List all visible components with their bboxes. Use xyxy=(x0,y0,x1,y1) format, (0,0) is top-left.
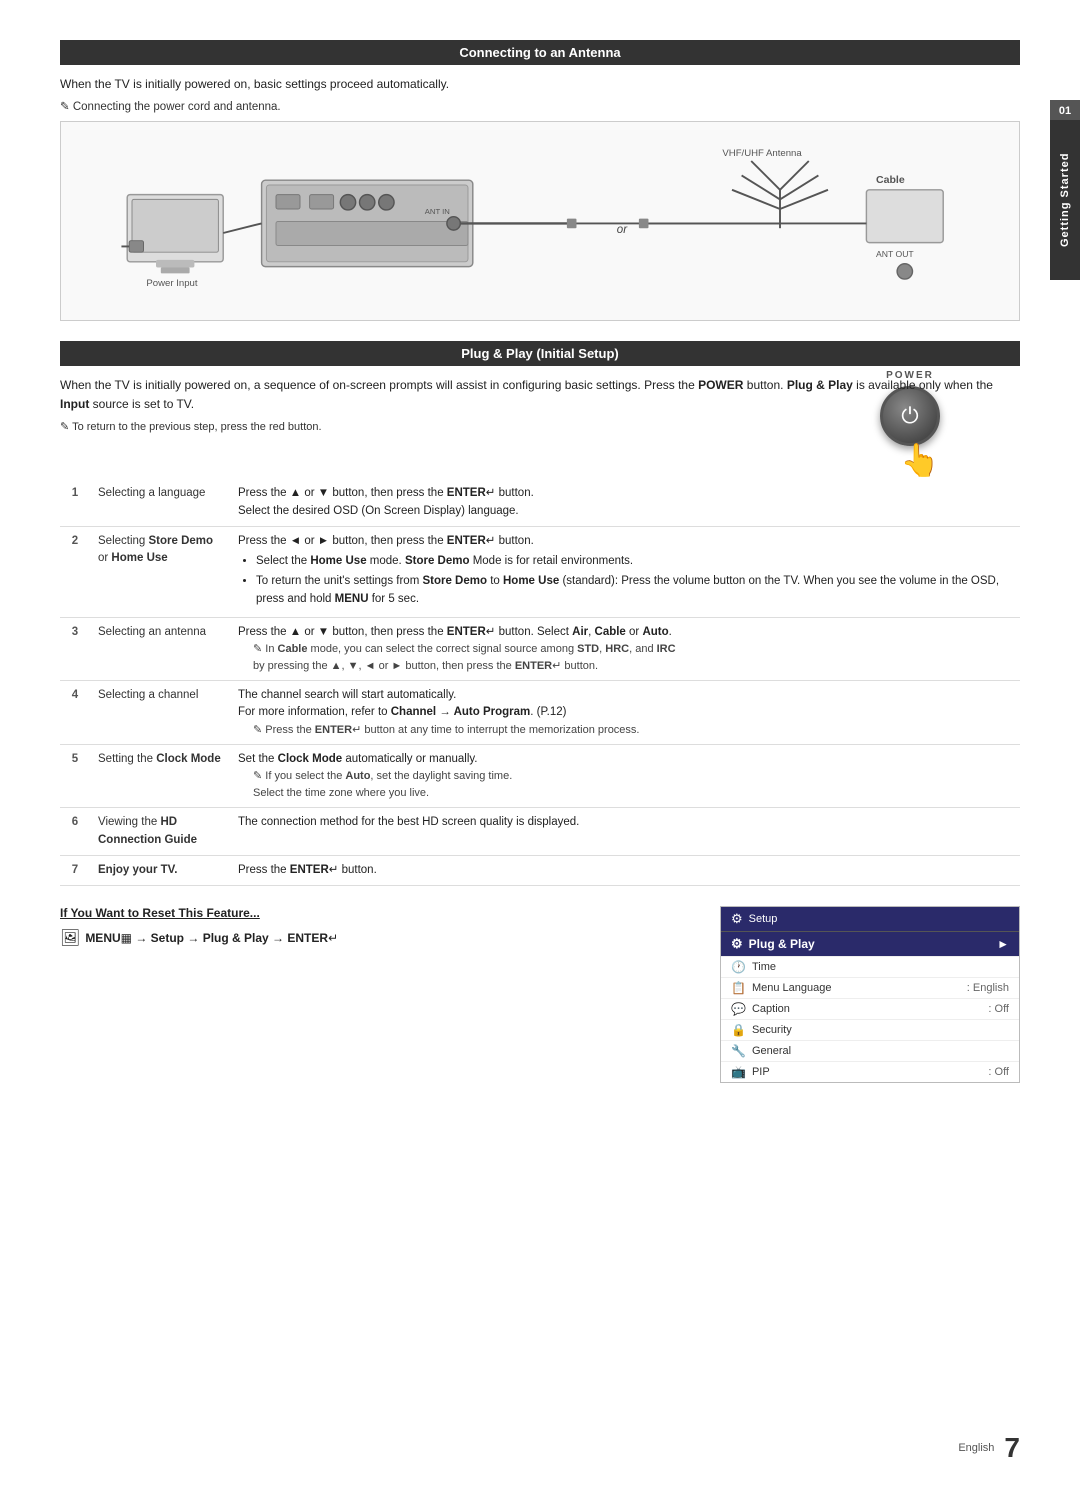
step-1-desc: Press the ▲ or ▼ button, then press the … xyxy=(230,479,1020,526)
step-2-desc: Press the ◄ or ► button, then press the … xyxy=(230,526,1020,617)
step-7-desc: Press the ENTER↵ button. xyxy=(230,855,1020,885)
osd-menu-lang-value: : English xyxy=(967,982,1009,994)
step-2-row: 2 Selecting Store Demoor Home Use Press … xyxy=(60,526,1020,617)
step-3-num: 3 xyxy=(60,617,90,680)
svg-text:ANT OUT: ANT OUT xyxy=(876,249,914,259)
reset-command: 🖼 MENU▦ → Setup → Plug & Play → ENTER↵ xyxy=(60,928,690,948)
reset-section: If You Want to Reset This Feature... 🖼 M… xyxy=(60,906,1020,1083)
step-7-label: Enjoy your TV. xyxy=(90,855,230,885)
osd-setup-icon: ⚙ xyxy=(731,911,743,927)
antenna-diagram: Power Input ANT IN or VHF/UHF Antenna xyxy=(60,121,1020,321)
osd-plug-play-arrow: ► xyxy=(997,937,1009,951)
svg-text:or: or xyxy=(617,224,628,236)
step-4-row: 4 Selecting a channel The channel search… xyxy=(60,681,1020,745)
power-hand-icon: 👆 xyxy=(900,441,940,479)
reset-left: If You Want to Reset This Feature... 🖼 M… xyxy=(60,906,690,948)
svg-text:ANT IN: ANT IN xyxy=(425,207,450,216)
step-1-num: 1 xyxy=(60,479,90,526)
svg-text:Cable: Cable xyxy=(876,174,905,186)
osd-security-label: Security xyxy=(752,1024,1009,1036)
osd-plug-play-label: Plug & Play xyxy=(749,937,991,951)
step-3-label: Selecting an antenna xyxy=(90,617,230,680)
osd-menu-screenshot: ⚙ Setup ⚙ Plug & Play ► 🕐 Time 📋 Menu La… xyxy=(720,906,1020,1083)
osd-pip-label: PIP xyxy=(752,1066,982,1078)
step-4-label: Selecting a channel xyxy=(90,681,230,745)
reset-title: If You Want to Reset This Feature... xyxy=(60,906,690,920)
step-7-row: 7 Enjoy your TV. Press the ENTER↵ button… xyxy=(60,855,1020,885)
side-tab-label: Getting Started xyxy=(1050,120,1080,280)
plug-note: To return to the previous step, press th… xyxy=(60,420,1020,433)
osd-menu-lang-label: Menu Language xyxy=(752,982,961,994)
svg-text:VHF/UHF Antenna: VHF/UHF Antenna xyxy=(722,148,802,159)
step-6-row: 6 Viewing the HD Connection Guide The co… xyxy=(60,808,1020,856)
step-6-num: 6 xyxy=(60,808,90,856)
step-3-desc: Press the ▲ or ▼ button, then press the … xyxy=(230,617,1020,680)
osd-general-label: General xyxy=(752,1045,1009,1057)
osd-time-icon: 🕐 xyxy=(731,960,746,974)
power-circle: ⏻ xyxy=(880,386,940,446)
antenna-diagram-svg: Power Input ANT IN or VHF/UHF Antenna xyxy=(76,137,1004,305)
step-3-row: 3 Selecting an antenna Press the ▲ or ▼ … xyxy=(60,617,1020,680)
step-6-desc: The connection method for the best HD sc… xyxy=(230,808,1020,856)
step-5-desc: Set the Clock Mode automatically or manu… xyxy=(230,745,1020,808)
step-2-num: 2 xyxy=(60,526,90,617)
step-6-label: Viewing the HD Connection Guide xyxy=(90,808,230,856)
osd-plug-play-row: ⚙ Plug & Play ► xyxy=(721,931,1019,956)
footer-page-number: 7 xyxy=(1004,1432,1020,1464)
osd-plug-play-icon: ⚙ xyxy=(731,936,743,952)
step-1-row: 1 Selecting a language Press the ▲ or ▼ … xyxy=(60,479,1020,526)
step-2-label: Selecting Store Demoor Home Use xyxy=(90,526,230,617)
step-4-desc: The channel search will start automatica… xyxy=(230,681,1020,745)
step-1-label: Selecting a language xyxy=(90,479,230,526)
step-5-row: 5 Setting the Clock Mode Set the Clock M… xyxy=(60,745,1020,808)
osd-time-label: Time xyxy=(752,961,1009,973)
osd-menu: ⚙ Setup ⚙ Plug & Play ► 🕐 Time 📋 Menu La… xyxy=(721,907,1019,1082)
osd-general-row: 🔧 General xyxy=(721,1040,1019,1061)
antenna-note: Connecting the power cord and antenna. xyxy=(60,99,1020,113)
osd-security-row: 🔒 Security xyxy=(721,1019,1019,1040)
antenna-section-header: Connecting to an Antenna xyxy=(60,40,1020,65)
antenna-intro: When the TV is initially powered on, bas… xyxy=(60,75,1020,93)
osd-menu-lang-row: 📋 Menu Language : English xyxy=(721,977,1019,998)
osd-pip-row: 📺 PIP : Off xyxy=(721,1061,1019,1082)
step-4-num: 4 xyxy=(60,681,90,745)
step-7-num: 7 xyxy=(60,855,90,885)
osd-caption-label: Caption xyxy=(752,1003,982,1015)
menu-cmd-icon: 🖼 xyxy=(60,928,80,948)
step-5-label: Setting the Clock Mode xyxy=(90,745,230,808)
osd-menu-lang-icon: 📋 xyxy=(731,981,746,995)
power-input-label: Power Input xyxy=(146,278,197,289)
plug-intro: When the TV is initially powered on, a s… xyxy=(60,376,1020,414)
osd-security-icon: 🔒 xyxy=(731,1023,746,1037)
osd-setup-label: Setup xyxy=(749,913,778,925)
menu-cmd-text: MENU▦ → Setup → Plug & Play → ENTER↵ xyxy=(85,931,338,945)
osd-caption-icon: 💬 xyxy=(731,1002,746,1016)
osd-caption-value: : Off xyxy=(988,1003,1009,1015)
footer-language: English xyxy=(958,1442,994,1454)
osd-pip-icon: 📺 xyxy=(731,1065,746,1079)
step-5-num: 5 xyxy=(60,745,90,808)
osd-general-icon: 🔧 xyxy=(731,1044,746,1058)
steps-table: 1 Selecting a language Press the ▲ or ▼ … xyxy=(60,479,1020,886)
plug-section-header: Plug & Play (Initial Setup) xyxy=(60,341,1020,366)
page-footer: English 7 xyxy=(958,1432,1020,1464)
osd-time-row: 🕐 Time xyxy=(721,956,1019,977)
osd-pip-value: : Off xyxy=(988,1066,1009,1078)
osd-caption-row: 💬 Caption : Off xyxy=(721,998,1019,1019)
side-tab-number: 01 xyxy=(1050,100,1080,122)
osd-setup-header: ⚙ Setup xyxy=(721,907,1019,931)
